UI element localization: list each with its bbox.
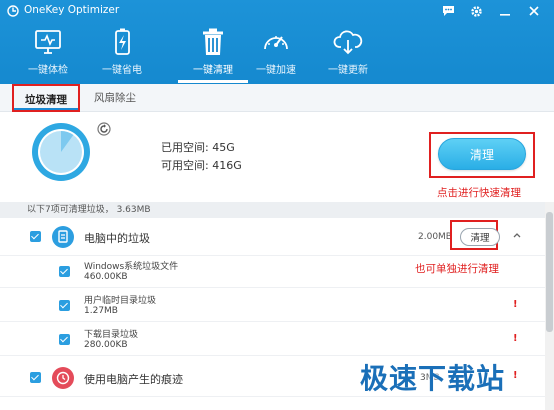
clean-all-button[interactable]: 清理 [438,138,526,170]
chat-icon[interactable] [440,3,456,19]
warning-icon: ! [513,299,518,310]
item-name: 用户临时目录垃圾 [84,296,157,306]
monitor-check-icon [35,30,61,54]
sub-tabs: 垃圾清理 风扇除尘 [0,84,554,112]
nav-item-update[interactable]: 一键更新 [310,22,386,84]
document-icon [52,226,74,248]
tab-fan-dust[interactable]: 风扇除尘 [94,84,136,112]
item-name: Windows系统垃圾文件 [84,262,179,272]
trash-icon [203,28,223,55]
minimize-icon[interactable] [497,3,513,19]
watermark-text: 极速下载站 [360,362,506,395]
disk-summary: 已用空间: 45G 可用空间: 416G 清理 点击进行快速清理 [0,112,554,202]
item-size: 1.27MB [84,306,118,316]
subtab-active-indicator [14,108,78,110]
close-icon[interactable] [526,3,542,19]
item-size: 280.00KB [84,340,128,350]
list-item-temp-junk[interactable]: 用户临时目录垃圾 1.27MB ! [0,290,545,322]
category-label: 电脑中的垃圾 [84,232,150,245]
category-row-computer-junk[interactable]: 电脑中的垃圾 2.00MB 清理 [0,218,545,256]
warning-icon: ! [513,333,518,344]
gear-icon[interactable] [468,3,484,19]
nav-label: 一键省电 [102,65,142,76]
nav-label: 一键体检 [28,65,68,76]
app-logo-icon [7,5,19,17]
list-item-download-junk[interactable]: 下载目录垃圾 280.00KB ! [0,324,545,356]
refresh-icon[interactable] [97,122,111,136]
nav-item-power-save[interactable]: 一键省电 [84,22,160,84]
cloud-download-icon [333,30,363,55]
category-checkbox[interactable] [30,231,41,242]
item-checkbox[interactable] [59,266,70,277]
free-space-label: 可用空间: 416G [161,159,242,172]
item-size: 460.00KB [84,272,128,282]
used-space-label: 已用空间: 45G [161,141,235,154]
main-nav: 一键体检 一键省电 一键清理 一键加速 一键更新 [0,22,554,84]
history-clock-icon [52,367,74,389]
app-header: OneKey Optimizer 一键体检 一键省电 一键清理 一键加速 一键更… [0,0,554,84]
nav-label: 一键加速 [256,65,296,76]
nav-active-indicator [178,80,248,83]
category-clean-button[interactable]: 清理 [460,228,500,246]
nav-label: 一键更新 [328,65,368,76]
app-title: OneKey Optimizer [24,4,120,16]
item-checkbox[interactable] [59,300,70,311]
disk-usage-pie [32,123,90,181]
list-item-windows-junk[interactable]: Windows系统垃圾文件 460.00KB [0,256,545,288]
chevron-up-icon[interactable] [512,230,522,240]
battery-icon [115,28,130,55]
category-label: 使用电脑产生的痕迹 [84,373,183,386]
site-watermark: 极速下载站 [360,357,550,395]
category-size: 2.00MB [418,232,452,242]
item-name: 下载目录垃圾 [84,330,139,340]
item-checkbox[interactable] [59,334,70,345]
title-bar: OneKey Optimizer [0,0,554,22]
scrollbar-thumb[interactable] [546,212,553,332]
speedometer-icon [264,36,288,50]
junk-summary-bar: 以下7项可清理垃圾， 3.63MB [0,202,545,218]
nav-item-checkup[interactable]: 一键体检 [10,22,86,84]
category-checkbox[interactable] [30,372,41,383]
nav-item-speedup[interactable]: 一键加速 [238,22,314,84]
annotation-fast-clean: 点击进行快速清理 [437,187,521,199]
